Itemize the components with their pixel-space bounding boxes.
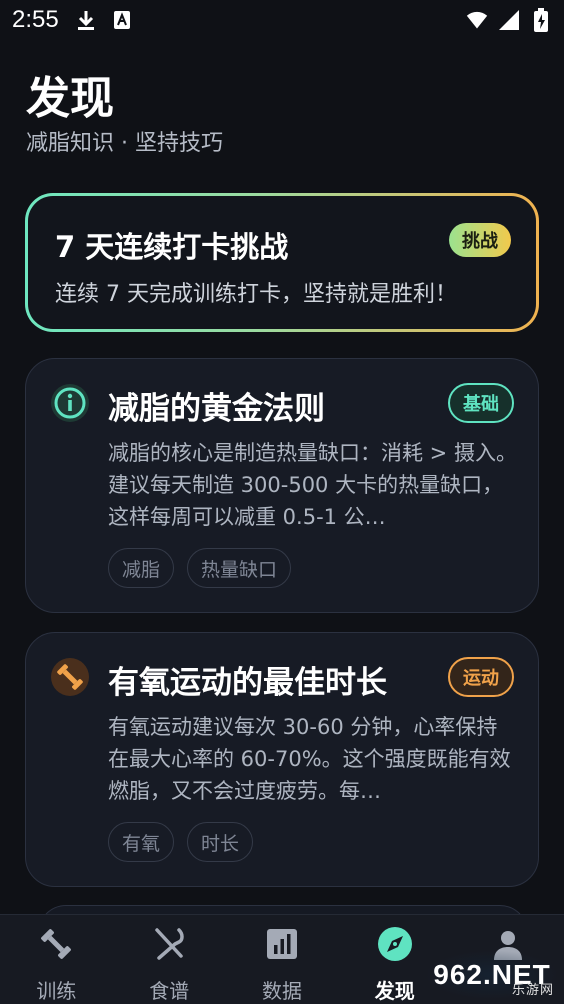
utensils-icon	[149, 925, 189, 963]
dumbbell-icon	[51, 658, 89, 696]
signal-icon	[498, 9, 520, 31]
download-icon	[75, 9, 97, 31]
status-time: 2:55	[12, 6, 59, 33]
challenge-description: 连续 7 天完成训练打卡，坚持就是胜利！	[55, 282, 457, 307]
tip-title: 有氧运动的最佳时长	[108, 665, 387, 701]
wifi-icon	[466, 9, 488, 31]
tag[interactable]: 热量缺口	[187, 548, 292, 588]
bar-chart-icon	[262, 925, 302, 963]
nav-label: 食谱	[149, 979, 190, 1003]
tag[interactable]: 有氧	[108, 822, 175, 862]
challenge-badge: 挑战	[449, 223, 511, 257]
tip-card[interactable]: 有氧运动的最佳时长 运动 有氧运动建议每次 30-60 分钟，心率保持在最大心率…	[25, 632, 539, 887]
app-notification-icon	[111, 9, 133, 31]
tag-list: 减脂 热量缺口	[108, 548, 292, 588]
nav-item-data[interactable]: 数据	[226, 915, 339, 1004]
page-title: 发现	[26, 73, 114, 124]
tag[interactable]: 时长	[187, 822, 254, 862]
tip-card[interactable]: 减脂的黄金法则 基础 减脂的核心是制造热量缺口：消耗 > 摄入。建议每天制造 3…	[25, 358, 539, 613]
nav-label: 训练	[36, 979, 77, 1003]
compass-icon	[375, 925, 415, 963]
nav-item-recipes[interactable]: 食谱	[113, 915, 226, 1004]
category-badge: 运动	[448, 657, 514, 697]
nav-item-train[interactable]: 训练	[0, 915, 113, 1004]
page-subtitle: 减脂知识 · 坚持技巧	[26, 131, 223, 156]
watermark-sub: 乐游网	[511, 982, 554, 997]
tag-list: 有氧 时长	[108, 822, 254, 862]
nav-label: 数据	[261, 979, 302, 1003]
tip-title: 减脂的黄金法则	[108, 391, 325, 427]
tip-body: 减脂的核心是制造热量缺口：消耗 > 摄入。建议每天制造 300-500 大卡的热…	[108, 441, 517, 529]
nav-label: 发现	[374, 979, 415, 1003]
watermark-logo: 962.NET 乐游网	[424, 950, 560, 1000]
challenge-card[interactable]: 7 天连续打卡挑战 连续 7 天完成训练打卡，坚持就是胜利！ 挑战	[25, 193, 539, 332]
battery-icon	[530, 8, 552, 32]
category-badge: 基础	[448, 383, 514, 423]
tip-body: 有氧运动建议每次 30-60 分钟，心率保持在最大心率的 60-70%。这个强度…	[108, 715, 511, 803]
dumbbell-icon	[36, 925, 76, 963]
status-bar: 2:55	[0, 0, 564, 40]
tag[interactable]: 减脂	[108, 548, 175, 588]
info-icon	[51, 384, 89, 422]
challenge-title: 7 天连续打卡挑战	[55, 230, 289, 264]
